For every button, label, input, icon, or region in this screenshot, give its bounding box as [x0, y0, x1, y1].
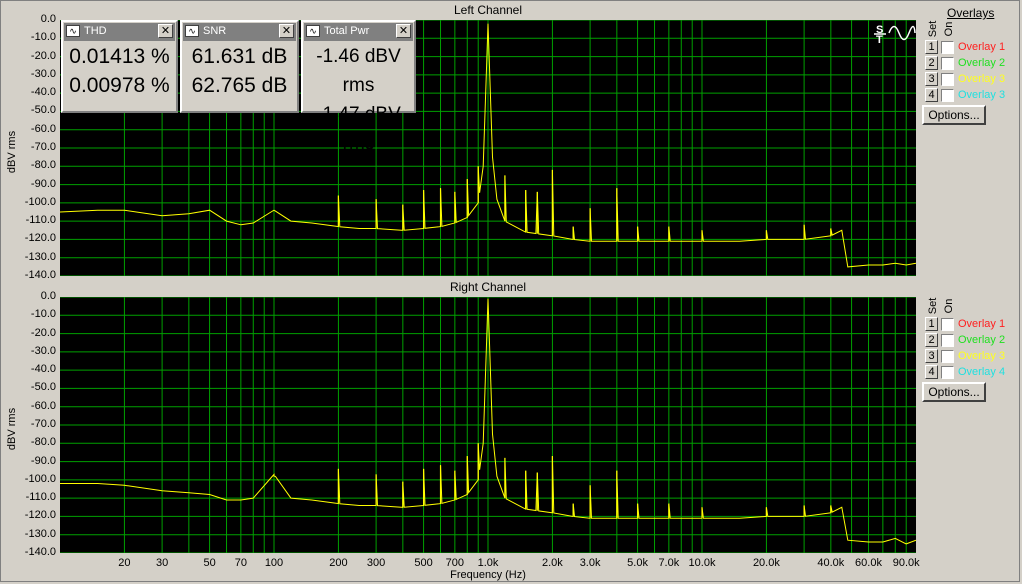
overlay-on-checkbox[interactable]	[941, 350, 954, 363]
x-tick-label: 90.0k	[892, 557, 920, 569]
x-tick-label: 3.0k	[579, 557, 601, 569]
close-icon[interactable]: ✕	[279, 24, 294, 38]
thd-right-value: 0.00978 %	[69, 74, 170, 97]
wave-icon: ∿	[66, 25, 80, 37]
y-tick-label: -50.0	[30, 381, 56, 394]
y-tick-label: -140.0	[24, 269, 56, 281]
snr-meter-title: SNR	[203, 25, 227, 37]
overlay-label: Overlay 4	[958, 366, 1006, 378]
overlay-label: Overlay 3	[958, 350, 1006, 362]
overlay-label: Overlay 2	[958, 57, 1006, 69]
overlay-set-button[interactable]: 4	[925, 88, 938, 102]
y-tick-label: -120.0	[24, 509, 56, 522]
overlay-on-checkbox[interactable]	[941, 57, 954, 70]
overlay-label: Overlay 3	[958, 89, 1006, 101]
overlay-on-checkbox[interactable]	[941, 334, 954, 347]
y-tick-label: -110.0	[25, 491, 56, 504]
overlay-set-button[interactable]: 3	[925, 349, 938, 363]
y-tick-label: -60.0	[30, 122, 56, 135]
y-tick-label: -130.0	[24, 527, 56, 540]
x-tick-label: 1.0k	[477, 557, 499, 569]
thd-meter[interactable]: ∿ THD ✕ 0.01413 % 0.00978 %	[61, 20, 178, 113]
overlay-label: Overlay 2	[958, 334, 1006, 346]
total-power-right-value: -1.47 dBV rms	[316, 104, 401, 154]
y-tick-label: -30.0	[30, 67, 56, 80]
overlay-set-button[interactable]: 1	[925, 317, 938, 331]
y-tick-label: -110.0	[25, 214, 56, 227]
overlay-on-checkbox[interactable]	[941, 41, 954, 54]
right-channel-title: Right Channel	[449, 280, 527, 294]
y-tick-label: -10.0	[30, 31, 56, 44]
y-tick-label: 0.0	[40, 290, 56, 302]
overlay-on-checkbox[interactable]	[941, 366, 954, 379]
x-tick-label: 30	[155, 557, 169, 569]
on-column-label: On	[943, 21, 955, 37]
overlay-set-button[interactable]: 4	[925, 365, 938, 379]
wave-icon: ∿	[185, 25, 199, 37]
set-column-label-right: Set	[927, 297, 939, 315]
overlay-set-button[interactable]: 2	[925, 333, 938, 347]
total-power-meter-header[interactable]: ∿ Total Pwr ✕	[304, 23, 413, 41]
y-tick-label: -40.0	[30, 86, 56, 99]
y-tick-label: -80.0	[30, 436, 56, 449]
y-tick-label: -60.0	[30, 399, 56, 412]
overlay-on-checkbox[interactable]	[941, 318, 954, 331]
snr-meter[interactable]: ∿ SNR ✕ 61.631 dB 62.765 dB	[180, 20, 299, 113]
total-power-left-value: -1.46 dBV rms	[316, 46, 401, 96]
y-tick-label: -130.0	[24, 250, 56, 263]
snr-meter-header[interactable]: ∿ SNR ✕	[183, 23, 296, 41]
total-power-meter[interactable]: ∿ Total Pwr ✕ -1.46 dBV rms -1.47 dBV rm…	[301, 20, 416, 154]
overlay-set-button[interactable]: 1	[925, 40, 938, 54]
left-channel-title: Left Channel	[453, 3, 523, 17]
x-tick-label: 10.0k	[688, 557, 716, 569]
overlay-set-button[interactable]: 3	[925, 72, 938, 86]
wave-icon: ∿	[306, 25, 320, 37]
overlay-label: Overlay 3	[958, 73, 1006, 85]
y-tick-label: -10.0	[30, 308, 56, 321]
y-tick-label: -140.0	[24, 546, 56, 558]
y-tick-label: -50.0	[30, 104, 56, 117]
thd-meter-title: THD	[84, 25, 107, 37]
overlay-on-checkbox[interactable]	[941, 89, 954, 102]
x-tick-label: 100	[264, 557, 284, 569]
y-tick-label: -40.0	[30, 363, 56, 376]
y-tick-label: -20.0	[30, 326, 56, 339]
y-tick-label: -70.0	[30, 141, 56, 153]
x-axis-label: Frequency (Hz)	[450, 569, 526, 581]
y-tick-label: -90.0	[30, 454, 56, 467]
y-tick-label: -90.0	[30, 177, 56, 190]
y-tick-label: -80.0	[30, 159, 56, 172]
set-column-label: Set	[927, 20, 939, 38]
y-tick-label: -20.0	[30, 49, 56, 62]
thd-left-value: 0.01413 %	[69, 45, 170, 68]
overlay-set-button[interactable]: 2	[925, 56, 938, 70]
y-tick-label: -70.0	[30, 418, 56, 430]
right-channel-plot[interactable]	[60, 297, 916, 553]
x-tick-label: 300	[366, 557, 386, 569]
x-tick-label: 20.0k	[752, 557, 780, 569]
st-sine-icon[interactable]: S T	[873, 22, 917, 44]
on-column-label-right: On	[943, 298, 955, 314]
options-button-right[interactable]: Options...	[922, 382, 986, 402]
total-power-meter-title: Total Pwr	[324, 25, 370, 37]
overlay-label: Overlay 1	[958, 318, 1006, 330]
snr-left-value: 61.631 dB	[191, 45, 288, 68]
y-tick-label: -30.0	[30, 344, 56, 357]
options-button[interactable]: Options...	[922, 105, 986, 125]
y-tick-label: -120.0	[24, 232, 56, 245]
y-tick-label: 0.0	[40, 13, 56, 25]
overlay-on-checkbox[interactable]	[941, 73, 954, 86]
close-icon[interactable]: ✕	[158, 24, 173, 38]
close-icon[interactable]: ✕	[396, 24, 411, 38]
svg-text:T: T	[876, 34, 883, 44]
overlay-label: Overlay 1	[958, 41, 1006, 53]
y-tick-label: -100.0	[24, 195, 56, 208]
right-spectrum-svg	[60, 297, 916, 553]
snr-right-value: 62.765 dB	[191, 74, 288, 97]
thd-meter-header[interactable]: ∿ THD ✕	[64, 23, 175, 41]
y-tick-label: -100.0	[24, 472, 56, 485]
